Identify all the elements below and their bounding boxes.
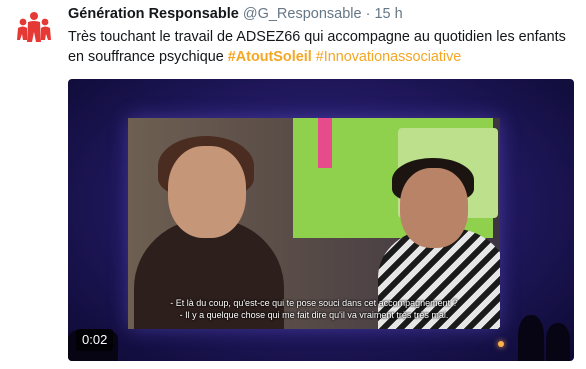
woman-left-face bbox=[168, 146, 246, 238]
generation-responsable-logo-icon bbox=[17, 12, 51, 42]
stage-light bbox=[498, 341, 504, 347]
subtitle-line-2: - Il y a quelque chose qui me fait dire … bbox=[179, 310, 449, 320]
video-subtitles: - Et là du coup, qu'est-ce qui te pose s… bbox=[128, 297, 500, 321]
hashtag-atoutsoleil[interactable]: #AtoutSoleil bbox=[228, 49, 312, 65]
avatar[interactable] bbox=[14, 8, 54, 48]
video-time-display: 0:02 bbox=[76, 329, 114, 351]
woman-right-face bbox=[400, 168, 468, 248]
display-name[interactable]: Génération Responsable bbox=[68, 6, 239, 22]
audience-silhouette bbox=[518, 315, 544, 361]
tweet-text: Très touchant le travail de ADSEZ66 qui … bbox=[68, 27, 580, 67]
tweet-timestamp[interactable]: 15 h bbox=[374, 6, 402, 22]
separator-dot: · bbox=[365, 6, 371, 22]
subtitle-line-1: - Et là du coup, qu'est-ce qui te pose s… bbox=[170, 298, 458, 308]
hashtag-innovationassociative[interactable]: #Innovationassociative bbox=[316, 49, 462, 65]
video-player[interactable]: - Et là du coup, qu'est-ce qui te pose s… bbox=[68, 79, 574, 361]
projected-video-frame: - Et là du coup, qu'est-ce qui te pose s… bbox=[128, 118, 500, 329]
audience-silhouette bbox=[546, 323, 570, 361]
user-handle[interactable]: @G_Responsable bbox=[243, 6, 362, 22]
pink-poster bbox=[318, 118, 332, 168]
tweet-header: Génération Responsable @G_Responsable · … bbox=[68, 6, 403, 22]
